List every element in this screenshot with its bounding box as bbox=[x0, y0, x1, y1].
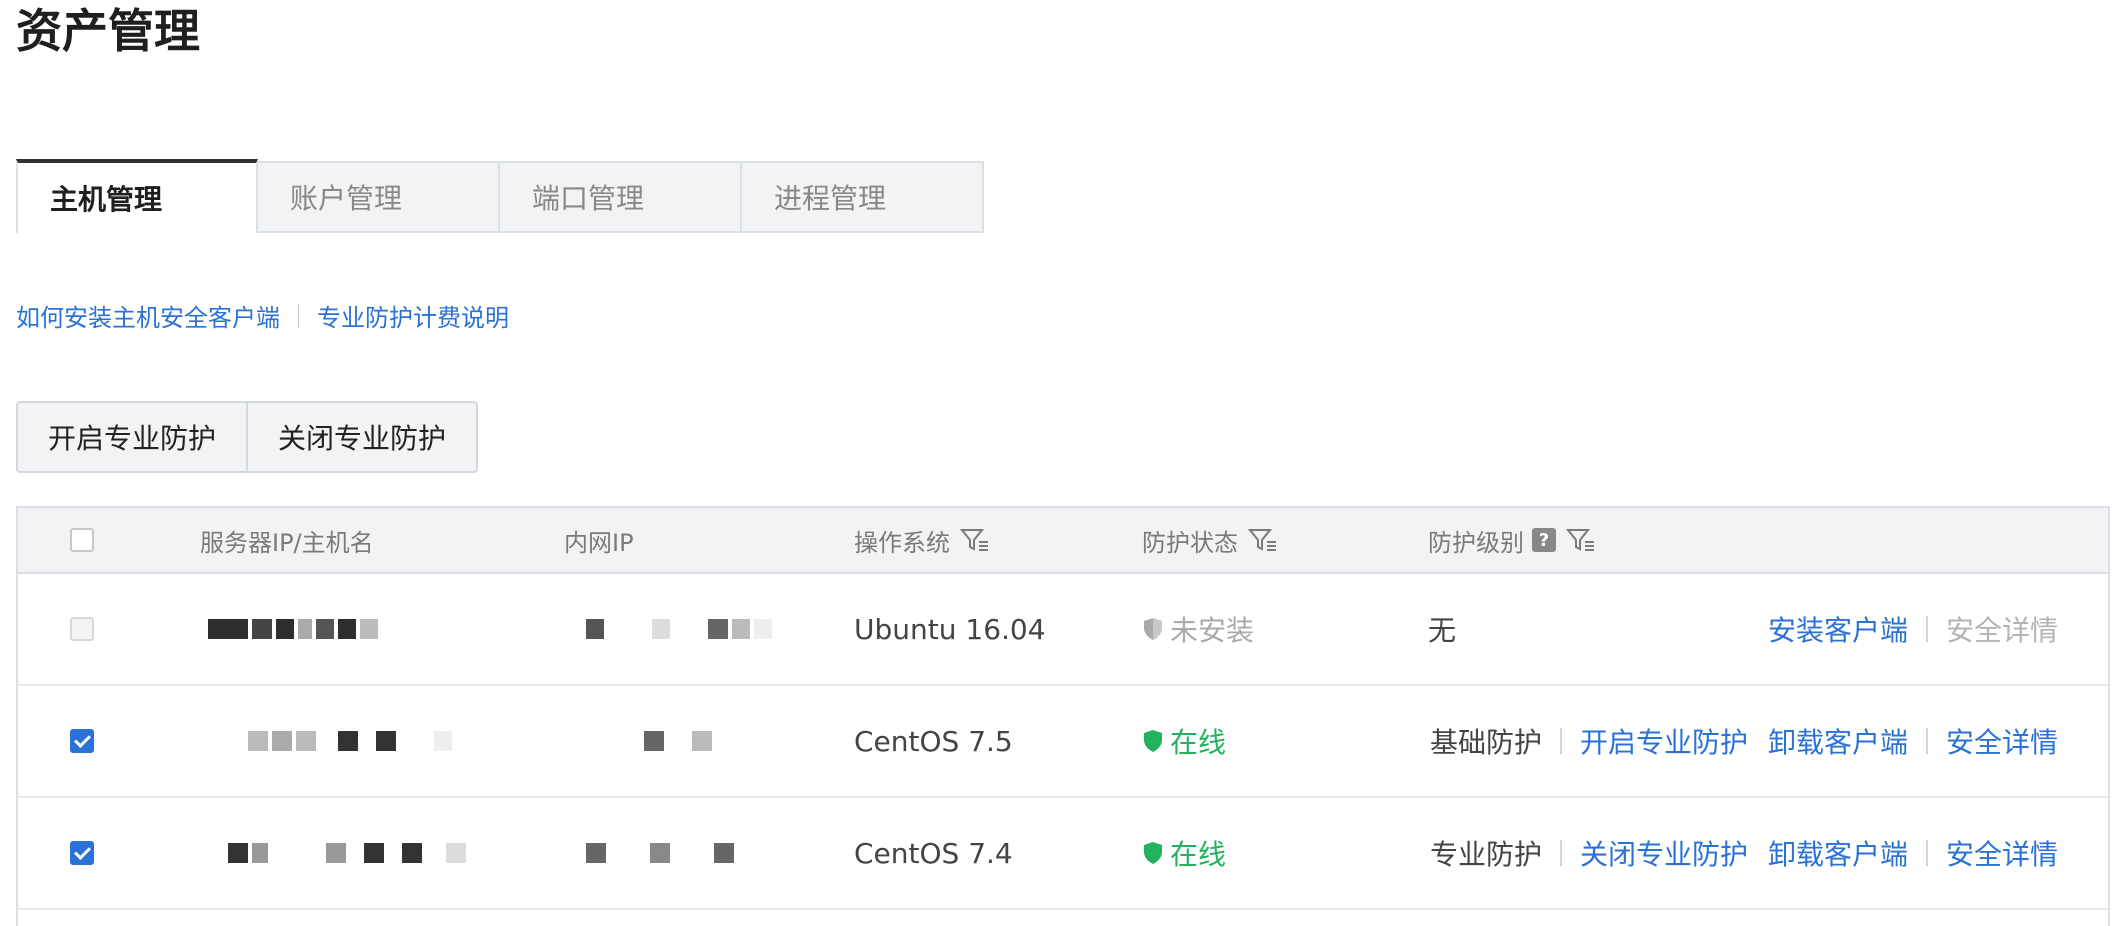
tab-port-management[interactable]: 端口管理 bbox=[500, 161, 742, 233]
page-title: 资产管理 bbox=[16, 4, 200, 58]
row-status-text: 未安装 bbox=[1170, 614, 1255, 647]
shield-icon bbox=[1142, 617, 1164, 641]
header-status-label: 防护状态 bbox=[1142, 528, 1238, 557]
uninstall-client-link[interactable]: 卸载客户端 bbox=[1768, 721, 1908, 761]
table-row: CentOS 7.5 在线 基础防护 开启专业防护 卸载客户端 安全详情 bbox=[18, 686, 2108, 798]
row-actions: 安装客户端 安全详情 bbox=[1768, 609, 2058, 649]
shield-icon bbox=[1142, 729, 1164, 753]
security-details-link: 安全详情 bbox=[1945, 614, 2058, 647]
row-status-text: 在线 bbox=[1170, 838, 1227, 871]
table-row: CentOS 7.4 在线 专业防护 关闭专业防护 卸载客户端 安全详情 bbox=[18, 798, 2108, 910]
help-links: 如何安装主机安全客户端 专业防护计费说明 bbox=[16, 298, 509, 333]
tab-account-management[interactable]: 账户管理 bbox=[258, 161, 500, 233]
row-status: 未安装 bbox=[1142, 609, 1254, 649]
shield-icon bbox=[1142, 841, 1164, 865]
row-actions: 基础防护 开启专业防护 卸载客户端 安全详情 bbox=[1430, 721, 2058, 761]
protection-button-group: 开启专业防护 关闭专业防护 bbox=[16, 401, 479, 473]
row-checkbox[interactable] bbox=[70, 729, 94, 753]
enable-pro-protection-button[interactable]: 开启专业防护 bbox=[16, 401, 249, 473]
row-os: CentOS 7.5 bbox=[854, 724, 1013, 758]
row-os: CentOS 7.4 bbox=[854, 836, 1013, 870]
host-table: 服务器IP/主机名 内网IP 操作系统 防护状态 防护级别 ? Ubuntu 1… bbox=[16, 506, 2110, 926]
link-divider bbox=[298, 303, 299, 328]
row-level: 专业防护 bbox=[1429, 838, 1542, 871]
row-status: 在线 bbox=[1142, 833, 1226, 873]
header-level: 防护级别 ? bbox=[1428, 508, 1596, 572]
disable-pro-protection-button[interactable]: 关闭专业防护 bbox=[248, 401, 479, 473]
table-row: Ubuntu 16.04 未安装 无 安装客户端 安全详情 bbox=[18, 574, 2108, 686]
row-checkbox bbox=[70, 617, 94, 641]
os-filter-icon[interactable] bbox=[960, 527, 990, 553]
install-client-guide-link[interactable]: 如何安装主机安全客户端 bbox=[16, 298, 280, 333]
table-header: 服务器IP/主机名 内网IP 操作系统 防护状态 防护级别 ? bbox=[18, 508, 2108, 574]
install-client-link[interactable]: 安装客户端 bbox=[1768, 609, 1908, 649]
status-filter-icon[interactable] bbox=[1248, 527, 1278, 553]
header-level-label: 防护级别 bbox=[1428, 528, 1524, 557]
host-masked bbox=[228, 842, 470, 864]
row-level: 基础防护 bbox=[1429, 726, 1542, 759]
tab-process-management[interactable]: 进程管理 bbox=[742, 161, 984, 233]
level-filter-icon[interactable] bbox=[1566, 527, 1596, 553]
header-host: 服务器IP/主机名 bbox=[200, 528, 374, 557]
host-masked bbox=[208, 618, 382, 640]
uninstall-client-link[interactable]: 卸载客户端 bbox=[1768, 833, 1908, 873]
header-os-label: 操作系统 bbox=[854, 528, 950, 557]
row-level: 无 bbox=[1428, 614, 1457, 647]
ip-masked bbox=[586, 842, 738, 864]
host-masked bbox=[248, 730, 456, 752]
header-os: 操作系统 bbox=[854, 508, 990, 572]
ip-masked bbox=[644, 730, 716, 752]
ip-masked bbox=[586, 618, 776, 640]
row-checkbox[interactable] bbox=[70, 841, 94, 865]
row-actions: 专业防护 关闭专业防护 卸载客户端 安全详情 bbox=[1430, 833, 2058, 873]
header-private-ip: 内网IP bbox=[564, 528, 634, 557]
help-icon[interactable]: ? bbox=[1532, 528, 1556, 552]
tab-host-management[interactable]: 主机管理 bbox=[16, 159, 258, 233]
select-all-checkbox[interactable] bbox=[70, 528, 94, 552]
row-status: 在线 bbox=[1142, 721, 1226, 761]
row-os: Ubuntu 16.04 bbox=[854, 612, 1046, 646]
disable-pro-protection-link[interactable]: 关闭专业防护 bbox=[1580, 833, 1748, 873]
security-details-link[interactable]: 安全详情 bbox=[1946, 721, 2058, 761]
tab-bar: 主机管理 账户管理 端口管理 进程管理 bbox=[16, 159, 984, 235]
enable-pro-protection-link[interactable]: 开启专业防护 bbox=[1580, 721, 1748, 761]
header-status: 防护状态 bbox=[1142, 508, 1278, 572]
security-details-link[interactable]: 安全详情 bbox=[1946, 833, 2058, 873]
row-status-text: 在线 bbox=[1170, 726, 1227, 759]
billing-info-link[interactable]: 专业防护计费说明 bbox=[317, 298, 509, 333]
